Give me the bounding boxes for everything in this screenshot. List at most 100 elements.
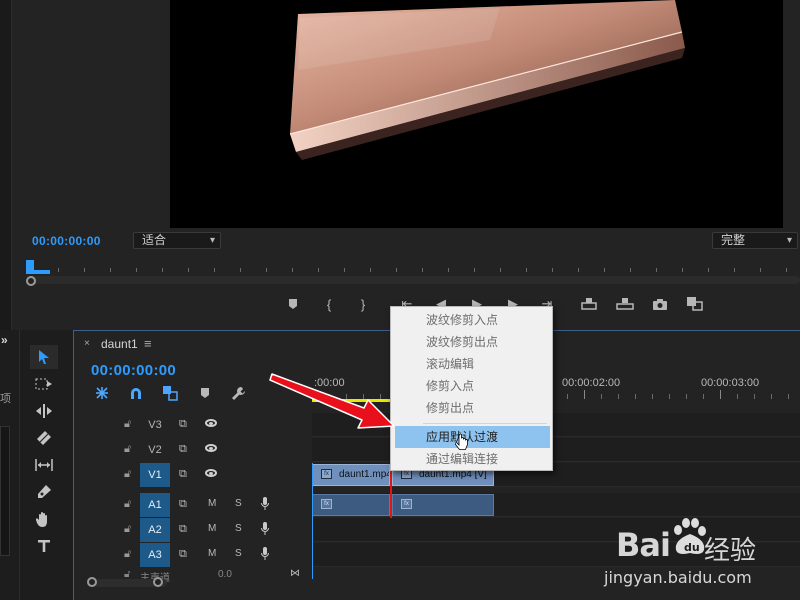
audio-clip[interactable]: fx bbox=[392, 494, 494, 516]
mic-icon[interactable] bbox=[261, 497, 269, 511]
lock-icon[interactable]: 🔓︎ bbox=[124, 468, 131, 481]
timeline-time-ruler[interactable]: :00:00 00:00:02:00 00:00:03:00 bbox=[312, 373, 800, 405]
extract-icon[interactable] bbox=[614, 294, 636, 314]
menu-item-ripple-trim-in[interactable]: 波纹修剪入点 bbox=[395, 309, 550, 331]
scroll-handle-left[interactable] bbox=[87, 577, 97, 587]
master-track-value[interactable]: 0.0 bbox=[218, 569, 232, 580]
nest-icon[interactable] bbox=[92, 383, 112, 403]
menu-item-join-through-edits[interactable]: 通过编辑连接 bbox=[395, 448, 550, 470]
mark-out-icon[interactable]: } bbox=[352, 294, 374, 314]
lock-icon[interactable]: 🔓︎ bbox=[124, 418, 131, 431]
camera-icon[interactable] bbox=[649, 294, 671, 314]
sync-lock-icon[interactable]: ⧉ bbox=[179, 443, 187, 456]
selection-tool-icon[interactable] bbox=[30, 345, 58, 369]
quality-select[interactable]: 完整 ▾ bbox=[712, 232, 798, 249]
lock-icon[interactable]: 🔓︎ bbox=[124, 443, 131, 456]
scroll-handle-right[interactable] bbox=[153, 577, 163, 587]
track-lane[interactable] bbox=[312, 438, 800, 462]
lift-icon[interactable] bbox=[578, 294, 600, 314]
linked-selection-icon[interactable] bbox=[160, 383, 180, 403]
track-lane[interactable] bbox=[312, 413, 800, 437]
panel-menu-icon[interactable]: ≡ bbox=[144, 336, 152, 351]
track-name[interactable]: A2 bbox=[140, 518, 170, 542]
expand-panels-icon[interactable]: » bbox=[1, 333, 8, 347]
marker-icon[interactable] bbox=[282, 294, 304, 314]
type-icon[interactable] bbox=[30, 534, 58, 558]
add-marker-icon[interactable] bbox=[195, 383, 215, 403]
close-icon[interactable]: × bbox=[84, 338, 90, 349]
eye-icon[interactable] bbox=[205, 444, 217, 452]
mic-icon[interactable] bbox=[261, 547, 269, 561]
monitor-scroll-handle[interactable] bbox=[26, 276, 36, 286]
lock-icon[interactable]: 🔓︎ bbox=[124, 523, 131, 536]
lock-icon[interactable]: 🔓︎ bbox=[124, 498, 131, 511]
monitor-time-ruler[interactable] bbox=[26, 262, 800, 276]
ruler-tick bbox=[578, 268, 579, 272]
menu-item-ripple-trim-out[interactable]: 波纹修剪出点 bbox=[395, 331, 550, 353]
ruler-tick bbox=[58, 268, 59, 272]
fit-select[interactable]: 适合 ▾ bbox=[133, 232, 221, 249]
monitor-left-strip bbox=[0, 0, 12, 330]
ruler-tick bbox=[370, 268, 371, 272]
video-clip[interactable]: fx daunt1.mp4 bbox=[312, 464, 390, 486]
track-name[interactable]: A1 bbox=[140, 493, 170, 517]
track-name[interactable]: V1 bbox=[140, 463, 170, 487]
fit-select-value: 适合 bbox=[142, 233, 167, 247]
solo-button[interactable]: S bbox=[235, 548, 242, 559]
razor-icon[interactable] bbox=[30, 426, 58, 450]
monitor-playhead-icon[interactable] bbox=[26, 260, 50, 274]
mark-in-icon[interactable]: { bbox=[318, 294, 340, 314]
menu-item-trim-in[interactable]: 修剪入点 bbox=[395, 375, 550, 397]
sync-lock-icon[interactable]: ⧉ bbox=[179, 468, 187, 481]
ruler-tick bbox=[329, 394, 330, 399]
master-solo-icon[interactable]: ⋈ bbox=[290, 568, 300, 579]
track-header: 🔓︎ V1 ⧉ bbox=[74, 463, 311, 487]
wrench-icon[interactable] bbox=[228, 383, 248, 403]
audio-clip[interactable]: fx bbox=[312, 494, 390, 516]
track-lane[interactable]: fx daunt1.mp4 fx daunt1.mp4 [V] bbox=[312, 463, 800, 487]
work-area-bar[interactable] bbox=[312, 399, 392, 402]
menu-item-apply-default-transition[interactable]: 应用默认过渡 bbox=[395, 426, 550, 448]
sync-lock-icon[interactable]: ⧉ bbox=[179, 523, 187, 536]
mic-icon[interactable] bbox=[261, 522, 269, 536]
menu-item-roll-edit[interactable]: 滚动编辑 bbox=[395, 353, 550, 375]
slip-icon[interactable] bbox=[30, 453, 58, 477]
snap-icon[interactable] bbox=[126, 383, 146, 403]
ruler-tick bbox=[84, 268, 85, 272]
lock-icon[interactable]: 🔓︎ bbox=[124, 548, 131, 561]
menu-item-trim-out[interactable]: 修剪出点 bbox=[395, 397, 550, 419]
track-header: 🔓︎ A3 ⧉ M S bbox=[74, 543, 311, 567]
ruler-tick bbox=[737, 394, 738, 399]
track-select-icon[interactable] bbox=[30, 372, 58, 396]
timeline-playhead[interactable] bbox=[312, 463, 313, 579]
eye-icon[interactable] bbox=[205, 419, 217, 427]
sync-lock-icon[interactable]: ⧉ bbox=[179, 548, 187, 561]
mute-button[interactable]: M bbox=[208, 498, 216, 509]
ruler-tick bbox=[734, 268, 735, 272]
mute-button[interactable]: M bbox=[208, 548, 216, 559]
menu-separator bbox=[423, 423, 547, 424]
track-name[interactable]: V2 bbox=[140, 438, 170, 462]
pen-icon[interactable] bbox=[30, 480, 58, 504]
ruler-tick bbox=[526, 268, 527, 272]
mute-button[interactable]: M bbox=[208, 523, 216, 534]
edit-point-marker[interactable] bbox=[390, 463, 392, 518]
ripple-edit-icon[interactable] bbox=[30, 399, 58, 423]
ruler-tick bbox=[630, 268, 631, 272]
solo-button[interactable]: S bbox=[235, 523, 242, 534]
tab-sequence[interactable]: daunt1 bbox=[101, 337, 138, 351]
hand-icon[interactable] bbox=[30, 507, 58, 531]
sync-lock-icon[interactable]: ⧉ bbox=[179, 498, 187, 511]
track-name[interactable]: V3 bbox=[140, 413, 170, 437]
ruler-tick bbox=[656, 268, 657, 272]
track-name[interactable]: A3 bbox=[140, 543, 170, 567]
sync-lock-icon[interactable]: ⧉ bbox=[179, 418, 187, 431]
chevron-down-icon: ▾ bbox=[786, 235, 792, 246]
timeline-timecode[interactable]: 00:00:00:00 bbox=[91, 362, 176, 379]
monitor-timecode[interactable]: 00:00:00:00 bbox=[32, 234, 101, 248]
monitor-zoom-scrollbar[interactable] bbox=[26, 276, 800, 286]
solo-button[interactable]: S bbox=[235, 498, 242, 509]
eye-icon[interactable] bbox=[205, 469, 217, 477]
compare-icon[interactable] bbox=[684, 294, 706, 314]
timeline-zoom-scrollbar[interactable] bbox=[87, 577, 167, 587]
